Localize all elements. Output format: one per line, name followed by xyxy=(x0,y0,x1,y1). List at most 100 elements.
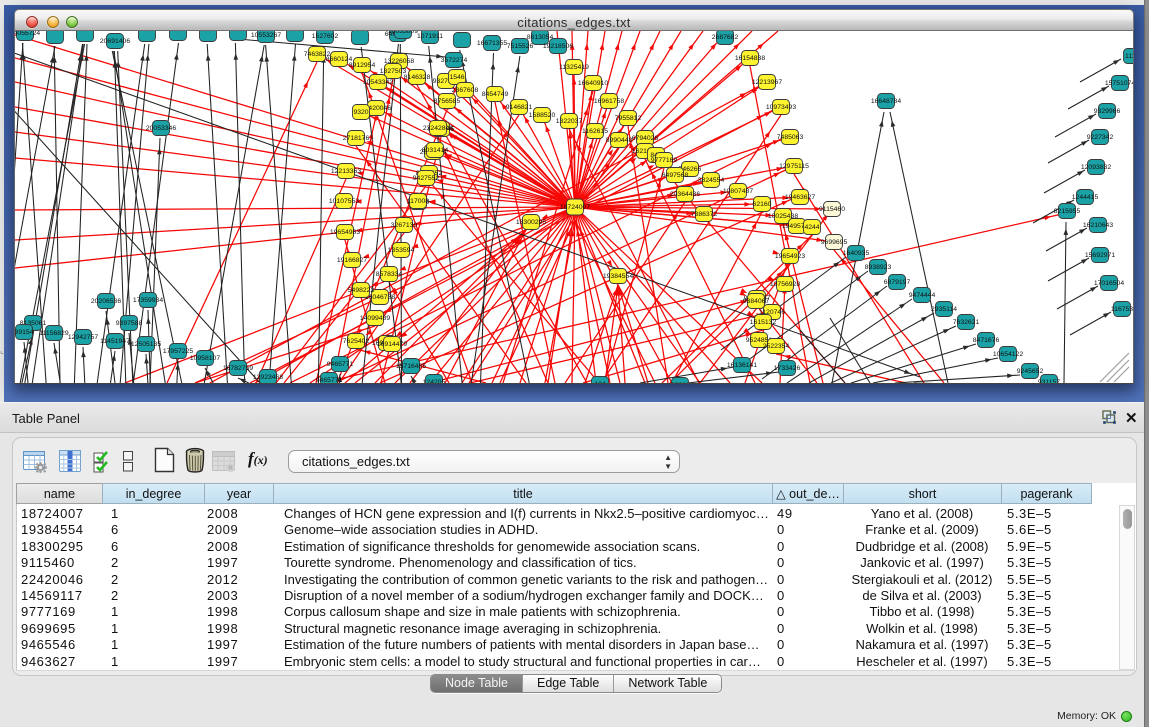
svg-text:2522354: 2522354 xyxy=(763,343,790,350)
svg-text:1615132: 1615132 xyxy=(750,319,777,326)
svg-text:12213363: 12213363 xyxy=(331,168,361,175)
svg-text:10107553: 10107553 xyxy=(329,198,359,205)
svg-text:16914479: 16914479 xyxy=(377,341,407,348)
svg-text:17016504: 17016504 xyxy=(1094,280,1124,287)
svg-text:9146821: 9146821 xyxy=(506,104,533,111)
svg-text:15751074: 15751074 xyxy=(1105,80,1134,87)
svg-text:12975115: 12975115 xyxy=(779,163,809,170)
svg-text:14055724: 14055724 xyxy=(15,31,40,37)
svg-text:9777169: 9777169 xyxy=(651,157,678,164)
svg-text:9474444: 9474444 xyxy=(909,292,936,299)
svg-text:8990448: 8990448 xyxy=(606,137,633,144)
svg-text:7955812: 7955812 xyxy=(615,115,642,122)
svg-text:1244415: 1244415 xyxy=(1072,194,1099,201)
svg-text:19654923: 19654923 xyxy=(775,253,805,260)
svg-text:3267130: 3267130 xyxy=(391,222,418,229)
svg-text:124: 124 xyxy=(594,381,606,383)
svg-text:7515526: 7515526 xyxy=(507,43,534,50)
svg-text:20053346: 20053346 xyxy=(146,125,176,132)
svg-text:39154: 39154 xyxy=(15,329,34,336)
svg-text:1071911: 1071911 xyxy=(417,33,443,40)
svg-text:2687682: 2687682 xyxy=(712,34,739,41)
svg-text:6497568: 6497568 xyxy=(662,172,689,179)
svg-text:12213967: 12213967 xyxy=(752,79,782,86)
svg-text:8215955: 8215955 xyxy=(1054,208,1081,215)
svg-text:1162615: 1162615 xyxy=(582,128,608,135)
svg-text:8578334: 8578334 xyxy=(376,271,403,278)
svg-text:8938923: 8938923 xyxy=(865,264,892,271)
svg-text:9427552: 9427552 xyxy=(413,175,440,182)
svg-text:19654983: 19654983 xyxy=(330,229,360,236)
svg-text:16782759: 16782759 xyxy=(223,365,253,372)
svg-text:11325419: 11325419 xyxy=(559,64,589,71)
svg-text:931157: 931157 xyxy=(1038,379,1060,383)
svg-text:7625402: 7625402 xyxy=(343,338,370,345)
svg-text:20691406: 20691406 xyxy=(100,38,130,45)
svg-text:17359934: 17359934 xyxy=(133,297,163,304)
svg-text:2367608: 2367608 xyxy=(452,87,479,94)
svg-text:15692971: 15692971 xyxy=(1085,252,1115,259)
svg-text:9699695: 9699695 xyxy=(821,239,848,246)
svg-text:12942757: 12942757 xyxy=(68,334,98,341)
svg-text:23242848: 23242848 xyxy=(423,125,453,132)
svg-text:9329966: 9329966 xyxy=(1094,108,1121,115)
svg-text:5498222: 5498222 xyxy=(348,287,375,294)
svg-text:17957225: 17957225 xyxy=(163,348,193,355)
svg-text:11451947: 11451947 xyxy=(100,338,130,345)
svg-text:9227342: 9227342 xyxy=(1087,134,1114,141)
svg-text:62160: 62160 xyxy=(753,201,772,208)
svg-text:1546: 1546 xyxy=(449,74,464,81)
svg-text:8471676: 8471676 xyxy=(973,337,1000,344)
svg-text:9465771: 9465771 xyxy=(316,377,343,383)
svg-text:1588520: 1588520 xyxy=(529,112,556,119)
svg-text:7386372: 7386372 xyxy=(691,211,718,218)
svg-text:10756928: 10756928 xyxy=(770,281,800,288)
svg-text:8813054: 8813054 xyxy=(527,34,554,41)
svg-text:10553267: 10553267 xyxy=(251,32,281,39)
svg-text:1353594: 1353594 xyxy=(388,247,415,254)
svg-text:8756585: 8756585 xyxy=(434,98,461,105)
svg-text:10807487: 10807487 xyxy=(723,188,753,195)
svg-text:16671355: 16671355 xyxy=(477,40,507,47)
svg-text:19218506: 19218506 xyxy=(543,43,573,50)
svg-text:16136141: 16136141 xyxy=(727,362,757,369)
svg-text:8146328: 8146328 xyxy=(404,74,431,81)
svg-text:10654122: 10654122 xyxy=(993,351,1023,358)
svg-text:16033809: 16033809 xyxy=(388,31,418,35)
svg-text:18300295: 18300295 xyxy=(516,219,546,226)
svg-text:1527602: 1527602 xyxy=(312,33,339,40)
svg-text:9384067: 9384067 xyxy=(743,298,770,305)
svg-text:16154838: 16154838 xyxy=(735,55,765,62)
svg-text:2935114: 2935114 xyxy=(931,306,957,313)
svg-text:8912954: 8912954 xyxy=(349,62,376,69)
svg-text:117008: 117008 xyxy=(407,198,429,205)
svg-text:14099489: 14099489 xyxy=(360,315,390,322)
svg-text:19384554: 19384554 xyxy=(603,273,633,280)
svg-text:16210643: 16210643 xyxy=(1083,222,1113,229)
svg-text:12923468: 12923468 xyxy=(253,374,283,381)
svg-text:18724007: 18724007 xyxy=(560,204,590,211)
svg-text:11156829: 11156829 xyxy=(39,330,68,337)
svg-text:2718176: 2718176 xyxy=(343,135,370,142)
svg-text:16648784: 16648784 xyxy=(871,98,901,105)
svg-text:16640910: 16640910 xyxy=(578,80,608,87)
svg-text:20364436: 20364436 xyxy=(670,191,700,198)
svg-text:15716485: 15716485 xyxy=(396,363,426,370)
svg-text:1827503: 1827503 xyxy=(380,68,407,75)
svg-text:10973493: 10973493 xyxy=(766,104,796,111)
svg-text:4244: 4244 xyxy=(804,224,819,231)
svg-text:8031414: 8031414 xyxy=(422,147,449,154)
svg-text:1112: 1112 xyxy=(1125,53,1134,60)
svg-text:90211: 90211 xyxy=(671,382,690,383)
svg-text:20206536: 20206536 xyxy=(91,298,121,305)
svg-text:12505135: 12505135 xyxy=(131,341,161,348)
svg-text:16961758: 16961758 xyxy=(594,98,624,105)
svg-text:9465771: 9465771 xyxy=(327,361,354,368)
svg-text:7485063: 7485063 xyxy=(777,134,804,141)
svg-text:7632621: 7632621 xyxy=(953,319,980,326)
svg-text:3572274: 3572274 xyxy=(441,57,468,64)
svg-text:1322037: 1322037 xyxy=(556,118,583,125)
svg-text:12093832: 12093832 xyxy=(1081,164,1111,171)
svg-text:6794028: 6794028 xyxy=(632,135,659,142)
svg-text:124205: 124205 xyxy=(423,379,446,383)
